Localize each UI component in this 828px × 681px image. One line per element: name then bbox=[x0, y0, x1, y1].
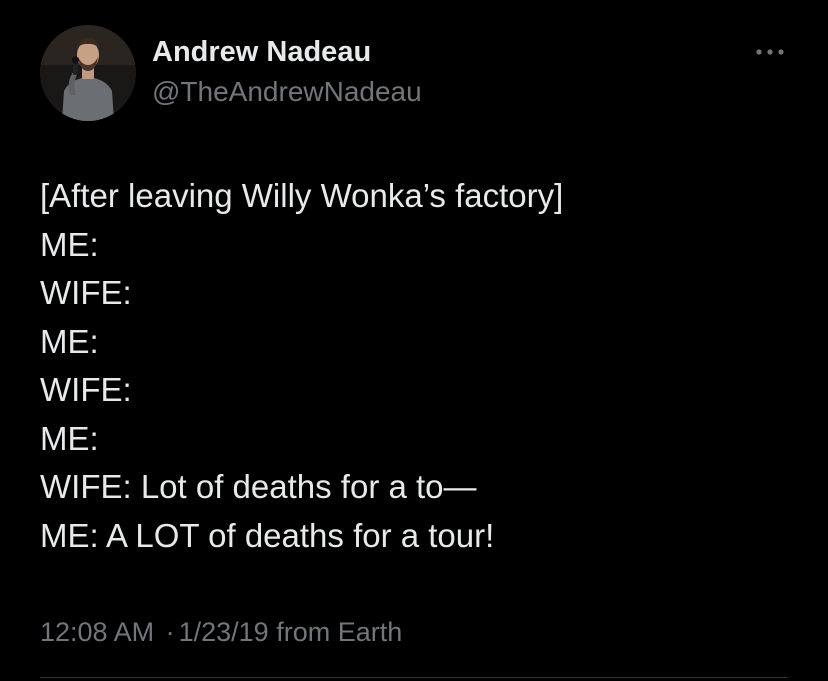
avatar[interactable] bbox=[40, 25, 136, 121]
more-options-button[interactable] bbox=[752, 40, 788, 64]
tweet-line: WIFE: Lot of deaths for a to— bbox=[40, 468, 477, 505]
tweet-line: [After leaving Willy Wonka’s factory] bbox=[40, 177, 564, 214]
tweet-line: ME: bbox=[40, 322, 99, 360]
author-handle[interactable]: @TheAndrewNadeau bbox=[152, 74, 422, 110]
tweet-line: WIFE: bbox=[40, 371, 132, 408]
tweet-line: WIFE: bbox=[40, 274, 132, 311]
meta-separator: · bbox=[165, 617, 175, 647]
tweet-metadata: 12:08 AM · 1/23/19 from Earth bbox=[40, 614, 402, 650]
tweet-text: [After leaving Willy Wonka’s factory] ME… bbox=[40, 172, 800, 560]
tweet-date[interactable]: 1/23/19 bbox=[179, 617, 269, 647]
tweet: Andrew Nadeau @TheAndrewNadeau [After le… bbox=[0, 0, 828, 681]
author-display-name[interactable]: Andrew Nadeau bbox=[152, 34, 371, 70]
tweet-time[interactable]: 12:08 AM bbox=[40, 617, 154, 647]
tweet-line: ME: A LOT of deaths for a tour! bbox=[40, 516, 495, 554]
tweet-line: ME: bbox=[40, 225, 99, 263]
tweet-source: from Earth bbox=[276, 617, 403, 647]
divider bbox=[40, 677, 788, 678]
avatar-photo-icon bbox=[40, 25, 136, 121]
ellipsis-icon bbox=[756, 49, 784, 55]
tweet-line: ME: bbox=[40, 419, 99, 457]
